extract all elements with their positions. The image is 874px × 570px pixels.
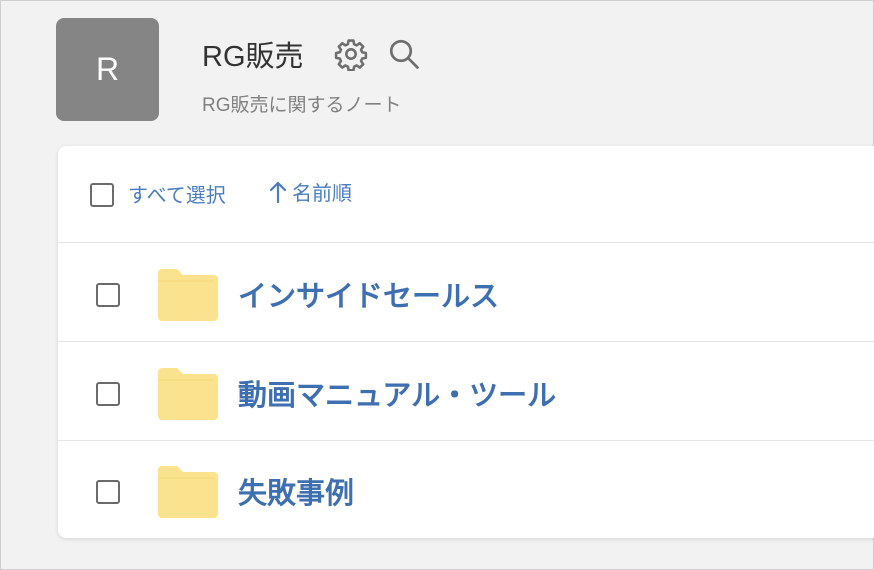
arrow-up-icon <box>269 181 287 203</box>
folder-row[interactable]: インサイドセールス <box>58 243 874 342</box>
notebook-header: RG販売 <box>202 33 422 75</box>
folder-row[interactable]: 失敗事例 <box>58 440 874 538</box>
folder-name[interactable]: 動画マニュアル・ツール <box>238 372 556 414</box>
search-icon[interactable] <box>386 36 422 72</box>
folder-name[interactable]: インサイドセールス <box>238 273 499 315</box>
select-all-checkbox[interactable] <box>90 183 114 207</box>
row-checkbox[interactable] <box>96 283 120 307</box>
avatar-letter: R <box>95 51 120 87</box>
row-checkbox[interactable] <box>96 382 120 406</box>
folder-list-panel: すべて選択 名前順 インサイドセールス 動画マニュアル・ツール 失敗事例 <box>58 146 874 538</box>
notebook-avatar: R <box>56 18 159 121</box>
folder-icon <box>158 269 218 321</box>
select-all-link[interactable]: すべて選択 <box>128 179 226 208</box>
gear-icon[interactable] <box>334 37 368 71</box>
sort-by-name-button[interactable]: 名前順 <box>268 177 352 206</box>
notebook-title: RG販売 <box>202 41 304 73</box>
folder-row[interactable]: 動画マニュアル・ツール <box>58 342 874 441</box>
folder-icon <box>158 466 218 518</box>
row-checkbox[interactable] <box>96 480 120 504</box>
folder-icon <box>158 368 218 420</box>
notebook-subtitle: RG販売に関するノート <box>202 95 402 116</box>
list-toolbar: すべて選択 名前順 <box>58 146 874 243</box>
folder-name[interactable]: 失敗事例 <box>238 470 354 512</box>
sort-label: 名前順 <box>292 181 352 205</box>
